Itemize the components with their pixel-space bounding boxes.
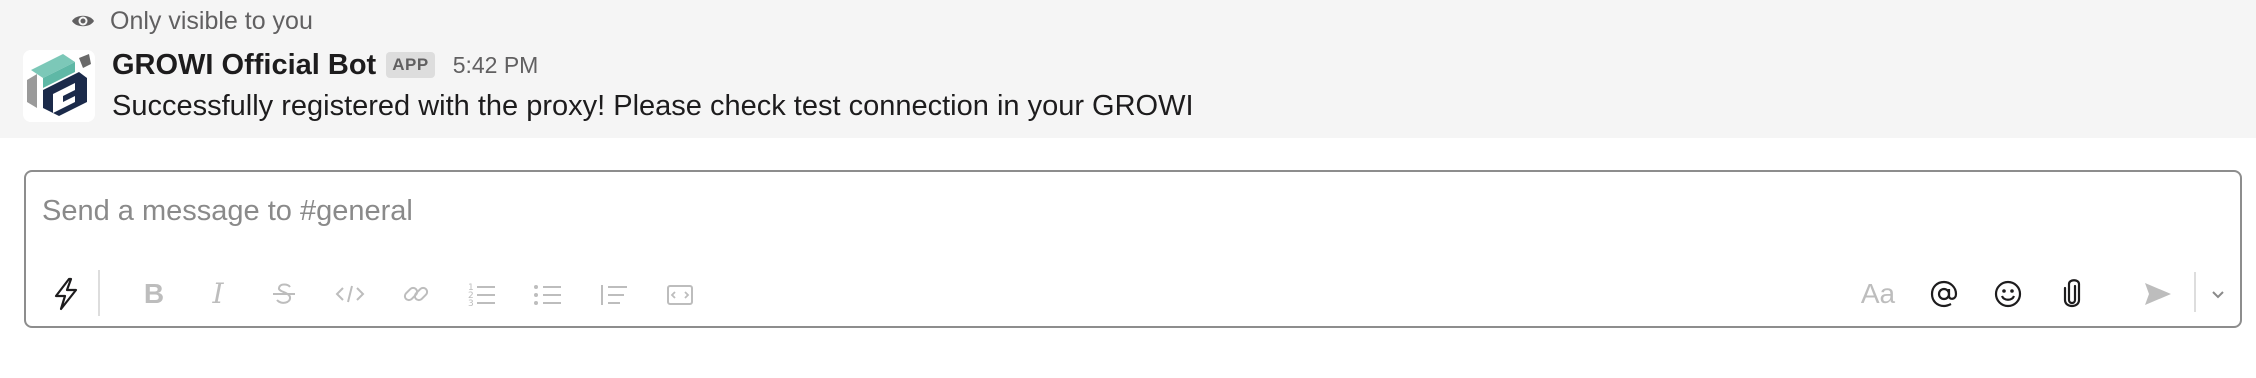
message-text: Successfully registered with the proxy! …	[112, 90, 1194, 122]
ordered-list-icon: 1 2 3	[468, 283, 495, 309]
send-button[interactable]	[2136, 272, 2180, 316]
ephemeral-notice: Only visible to you	[70, 6, 313, 36]
eye-icon	[70, 8, 96, 34]
emoji-icon	[1994, 280, 2022, 308]
emoji-button[interactable]	[1986, 272, 2030, 316]
message-header: GROWI Official Bot APP 5:42 PM	[112, 46, 538, 84]
strikethrough-icon	[273, 283, 295, 304]
attach-button[interactable]	[2050, 272, 2094, 316]
lightning-icon	[54, 277, 78, 311]
message-timestamp[interactable]: 5:42 PM	[453, 52, 539, 79]
toolbar-divider	[98, 270, 100, 316]
bold-icon: B	[143, 278, 165, 309]
code-button[interactable]	[328, 272, 372, 316]
italic-icon: I	[212, 277, 224, 310]
bold-button[interactable]: B	[132, 272, 176, 316]
svg-text:3: 3	[468, 299, 474, 309]
code-icon	[335, 285, 365, 303]
italic-button[interactable]: I	[196, 272, 240, 316]
code-block-button[interactable]	[658, 272, 702, 316]
code-block-icon	[667, 285, 693, 305]
ephemeral-notice-text: Only visible to you	[110, 6, 313, 35]
formatting-icon: Aa	[1860, 278, 1896, 309]
message-area: Only visible to you GROWI Official Bot A…	[0, 0, 2256, 138]
paperclip-icon	[2063, 279, 2081, 308]
send-options-button[interactable]	[2200, 272, 2236, 316]
bulleted-list-button[interactable]	[526, 272, 570, 316]
strikethrough-button[interactable]	[262, 272, 306, 316]
link-icon	[403, 286, 429, 302]
app-badge: APP	[386, 52, 435, 78]
ordered-list-button[interactable]: 1 2 3	[460, 272, 504, 316]
send-icon	[2145, 283, 2171, 305]
link-button[interactable]	[394, 272, 438, 316]
blockquote-button[interactable]	[592, 272, 636, 316]
message-composer: B I 1 2 3	[24, 170, 2242, 328]
bulleted-list-icon	[534, 285, 561, 305]
chevron-down-icon	[2212, 291, 2224, 299]
sender-name[interactable]: GROWI Official Bot	[112, 49, 376, 82]
blockquote-icon	[601, 285, 627, 305]
shortcuts-button[interactable]	[44, 272, 88, 316]
at-mention-icon	[1930, 280, 1958, 308]
mention-button[interactable]	[1922, 272, 1966, 316]
bot-avatar[interactable]	[23, 50, 95, 122]
growi-logo-icon	[23, 50, 95, 122]
formatting-button[interactable]: Aa	[1852, 272, 1904, 316]
message-input[interactable]	[42, 186, 1542, 236]
send-divider	[2194, 272, 2196, 312]
